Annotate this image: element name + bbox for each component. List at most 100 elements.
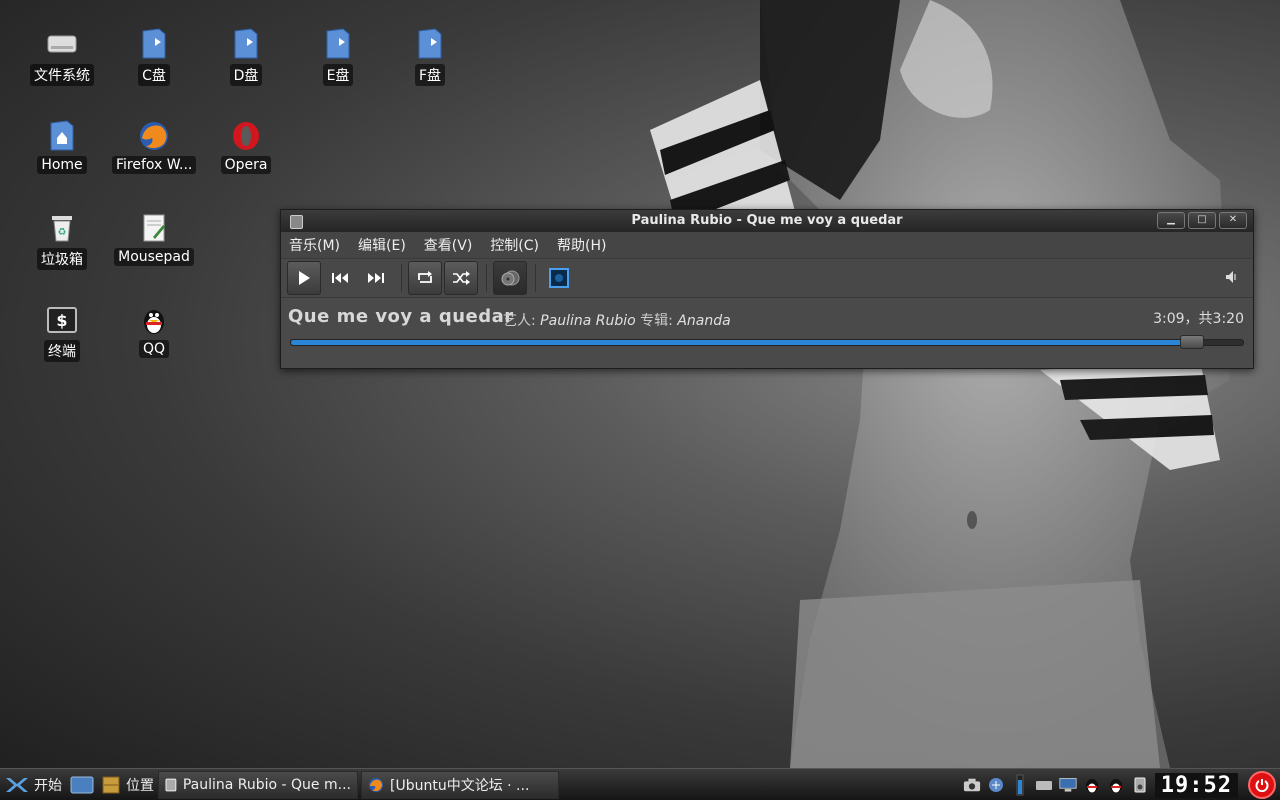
start-label: 开始 — [34, 778, 62, 794]
toolbar-separator — [486, 264, 487, 292]
keyboard-icon[interactable] — [1035, 776, 1053, 794]
toolbar-separator — [535, 264, 536, 292]
desktop-icon-qq[interactable]: QQ — [112, 304, 196, 362]
next-button[interactable] — [359, 261, 393, 295]
shuffle-button[interactable] — [444, 261, 478, 295]
drive-folder-icon — [414, 28, 446, 60]
seek-bar-handle[interactable] — [1179, 335, 1204, 349]
desktop-icon-label: F盘 — [414, 64, 446, 86]
svg-text:♻: ♻ — [58, 227, 67, 238]
places-label: 位置 — [126, 778, 154, 794]
play-button[interactable] — [287, 261, 321, 295]
desktop-icon-label: 文件系统 — [30, 64, 94, 86]
maximize-button[interactable]: □ — [1188, 212, 1216, 229]
desktop-icon — [70, 776, 94, 794]
desktop-icon-opera[interactable]: Opera — [204, 120, 288, 178]
places-button[interactable]: 位置 — [98, 772, 158, 798]
xfce-logo-icon — [6, 778, 28, 792]
window-title: Paulina Rubio - Que me voy a quedar — [631, 213, 903, 228]
screenshot-icon[interactable] — [963, 776, 981, 794]
repeat-button[interactable] — [408, 261, 442, 295]
menu-control[interactable]: 控制(C) — [488, 235, 541, 255]
shuffle-icon — [453, 271, 470, 285]
menu-help[interactable]: 帮助(H) — [555, 235, 608, 255]
cover-art-button[interactable] — [542, 261, 576, 295]
desktop-icon-home[interactable]: Home — [20, 120, 104, 178]
player-app-icon — [290, 215, 303, 229]
desktop-icon-label: 终端 — [44, 340, 80, 362]
task-label: Paulina Rubio - Que m... — [182, 777, 351, 793]
time-display: 3:09，共3:20 — [1153, 311, 1244, 327]
desktop-icon-d-drive[interactable]: D盘 — [204, 28, 288, 90]
wallpaper — [650, 0, 1230, 768]
seek-bar-fill — [291, 340, 1191, 345]
task-firefox[interactable]: [Ubuntu中文论坛 · ... — [361, 771, 559, 799]
skip-back-icon — [332, 273, 348, 283]
menu-view[interactable]: 查看(V) — [422, 235, 475, 255]
minimize-button[interactable]: ▁ — [1157, 212, 1185, 229]
previous-button[interactable] — [323, 261, 357, 295]
volume-button[interactable] — [1225, 269, 1239, 288]
hard-drive-icon — [46, 28, 78, 60]
discs-icon — [501, 270, 520, 286]
task-music-player[interactable]: Paulina Rubio - Que m... — [158, 771, 358, 799]
clock[interactable]: 19:52 — [1154, 772, 1238, 798]
seek-bar[interactable] — [290, 335, 1244, 349]
show-desktop-button[interactable] — [66, 772, 98, 798]
desktop-icon-f-drive[interactable]: F盘 — [388, 28, 472, 90]
artist-name: Paulina Rubio — [540, 313, 636, 329]
monitor-icon[interactable] — [1059, 776, 1077, 794]
toolbar-separator — [401, 264, 402, 292]
network-icon[interactable] — [987, 776, 1005, 794]
album-label: 专辑: — [640, 313, 673, 329]
terminal-icon: $ — [46, 304, 78, 336]
desktop-icon-e-drive[interactable]: E盘 — [296, 28, 380, 90]
volume-icon — [1226, 270, 1236, 283]
player-toolbar — [281, 258, 1253, 298]
visualization-button[interactable] — [493, 261, 527, 295]
task-label: [Ubuntu中文论坛 · ... — [390, 778, 530, 794]
cabinet-icon — [102, 776, 120, 794]
song-meta: 艺人: Paulina Rubio 专辑: Ananda — [503, 310, 731, 330]
desktop-icon-label: D盘 — [229, 64, 263, 86]
desktop-icon-trash[interactable]: ♻ 垃圾箱 — [20, 212, 104, 274]
now-playing-panel: Que me voy a quedar 艺人: Paulina Rubio 专辑… — [281, 298, 1253, 352]
window-titlebar[interactable]: Paulina Rubio - Que me voy a quedar ▁ □ … — [281, 210, 1253, 232]
desktop-icon-label: Firefox W... — [112, 156, 197, 174]
drive-folder-icon — [138, 28, 170, 60]
desktop-icon-label: Mousepad — [114, 248, 194, 266]
opera-icon — [230, 120, 262, 152]
qq-penguin-icon — [138, 304, 170, 336]
qq-tray-icon[interactable] — [1083, 776, 1101, 794]
play-icon — [299, 271, 310, 285]
close-button[interactable]: ✕ — [1219, 212, 1247, 229]
drive-folder-icon — [230, 28, 262, 60]
artist-label: 艺人: — [503, 313, 536, 329]
desktop-icon-mousepad[interactable]: Mousepad — [112, 212, 196, 270]
desktop-icon-c-drive[interactable]: C盘 — [112, 28, 196, 90]
music-player-window: Paulina Rubio - Que me voy a quedar ▁ □ … — [280, 209, 1254, 369]
skip-forward-icon — [368, 273, 384, 283]
desktop-icon-label: QQ — [138, 340, 170, 358]
desktop-icon-filesystem[interactable]: 文件系统 — [20, 28, 104, 90]
player-tray-icon[interactable] — [1131, 776, 1149, 794]
menu-music[interactable]: 音乐(M) — [287, 235, 342, 255]
menu-edit[interactable]: 编辑(E) — [356, 235, 408, 255]
desktop-icon-label: C盘 — [138, 64, 170, 86]
taskbar: 开始 位置 Paulina Rubio - Que m... [Ubuntu中文… — [0, 768, 1280, 800]
desktop-icon-label: Home — [37, 156, 87, 174]
desktop-icon-terminal[interactable]: $ 终端 — [20, 304, 104, 366]
text-editor-icon — [138, 212, 170, 244]
menubar: 音乐(M) 编辑(E) 查看(V) 控制(C) 帮助(H) — [281, 232, 1253, 258]
desktop-icon-firefox[interactable]: Firefox W... — [112, 120, 197, 178]
start-button[interactable]: 开始 — [0, 772, 66, 798]
qq-tray-icon-2[interactable] — [1107, 776, 1125, 794]
power-button[interactable] — [1248, 771, 1276, 799]
player-app-icon — [165, 778, 177, 792]
desktop-icon-label: Opera — [220, 156, 272, 174]
firefox-icon — [369, 778, 383, 792]
cover-art-icon — [549, 268, 569, 288]
volume-level-icon[interactable] — [1011, 774, 1029, 796]
desktop-icon-label: E盘 — [322, 64, 354, 86]
desktop-icon-label: 垃圾箱 — [37, 248, 87, 270]
